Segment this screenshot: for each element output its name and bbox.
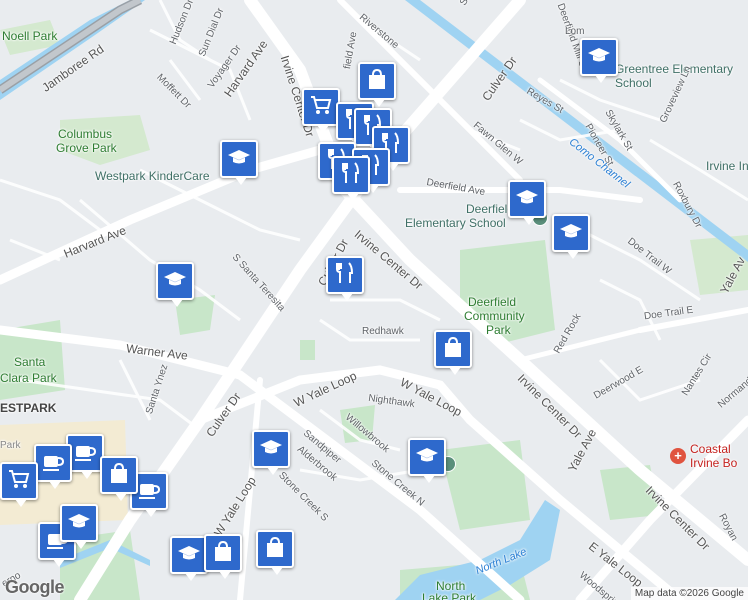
label-westpark: ESTPARK	[0, 401, 57, 415]
fork-knife-icon	[333, 261, 357, 290]
label-columbus-grove-park-2: Grove Park	[56, 141, 117, 155]
shopping-marker-south-2[interactable]	[256, 530, 294, 575]
label-santa-clara-park-2: Clara Park	[0, 371, 57, 385]
label-deerfield-park-2: Community	[464, 309, 525, 323]
graduation-cap-icon	[227, 145, 251, 174]
graduation-cap-icon	[587, 43, 611, 72]
shopping-marker-north[interactable]	[358, 62, 396, 107]
grocery-marker-west[interactable]	[0, 462, 38, 507]
label-redhawk: Redhawk	[362, 326, 404, 337]
cafe-marker-2[interactable]	[34, 444, 72, 489]
graduation-cap-icon	[67, 509, 91, 538]
school-marker-deerfield[interactable]	[508, 180, 546, 225]
coffee-cup-icon	[137, 477, 161, 506]
shopping-cart-icon	[309, 93, 333, 122]
school-marker-kindercare[interactable]	[220, 140, 258, 185]
shopping-marker-south-1[interactable]	[204, 534, 242, 579]
label-irvine-in: Irvine In	[706, 159, 748, 173]
restaurant-marker-culver[interactable]	[326, 256, 364, 301]
label-coastal-2: Irvine Bo	[690, 456, 738, 470]
graduation-cap-icon	[559, 219, 583, 248]
graduation-cap-icon	[415, 443, 439, 472]
map-attribution[interactable]: Map data ©2026 Google	[630, 587, 748, 600]
hospital-icon[interactable]: +	[670, 448, 686, 464]
shopping-bag-icon	[263, 535, 287, 564]
coffee-cup-icon	[73, 439, 97, 468]
label-north-lake-park-2: Lake Park	[422, 591, 477, 600]
label-lom: Lom	[565, 26, 585, 37]
fork-knife-icon	[339, 161, 363, 190]
shopping-bag-icon	[211, 539, 235, 568]
shopping-cart-icon	[7, 467, 31, 496]
coffee-cup-icon	[41, 449, 65, 478]
graduation-cap-icon	[163, 267, 187, 296]
map-canvas[interactable]: Hudson Dr Sun Dial Dr Voyager Dr Moffett…	[0, 0, 748, 600]
restaurant-marker-6[interactable]	[332, 156, 370, 201]
school-marker-deerfield-east[interactable]	[552, 214, 590, 259]
graduation-cap-icon	[259, 435, 283, 464]
label-park-small: Park	[0, 440, 21, 451]
shopping-marker-deerfield[interactable]	[434, 330, 472, 375]
school-marker-greentree[interactable]	[580, 38, 618, 83]
shopping-bag-icon	[107, 461, 131, 490]
label-deerfield-park-1: Deerfield	[468, 295, 517, 309]
graduation-cap-icon	[515, 185, 539, 214]
shopping-marker-westpark[interactable]	[100, 456, 138, 501]
shopping-bag-icon	[365, 67, 389, 96]
graduation-cap-icon	[177, 541, 201, 570]
label-noell-park: Noell Park	[2, 29, 58, 43]
shopping-bag-icon	[441, 335, 465, 364]
label-deerfield-school-2: Elementary School	[405, 216, 506, 230]
label-deerfield-school-1: Deerfield	[466, 202, 515, 216]
school-marker-west[interactable]	[156, 262, 194, 307]
label-coastal-1: Coastal	[690, 442, 731, 456]
school-marker-stone-creek[interactable]	[408, 438, 446, 483]
school-marker-southwest[interactable]	[60, 504, 98, 549]
google-logo: Google	[5, 577, 65, 597]
label-columbus-grove-park-1: Columbus	[58, 127, 113, 141]
school-marker-sandpiper[interactable]	[252, 430, 290, 475]
label-westpark-kindercare: Westpark KinderCare	[95, 169, 210, 183]
label-deerfield-park-3: Park	[486, 323, 511, 337]
grocery-marker[interactable]	[302, 88, 340, 133]
school-marker-south[interactable]	[170, 536, 208, 581]
label-santa-clara-park-1: Santa	[14, 355, 46, 369]
